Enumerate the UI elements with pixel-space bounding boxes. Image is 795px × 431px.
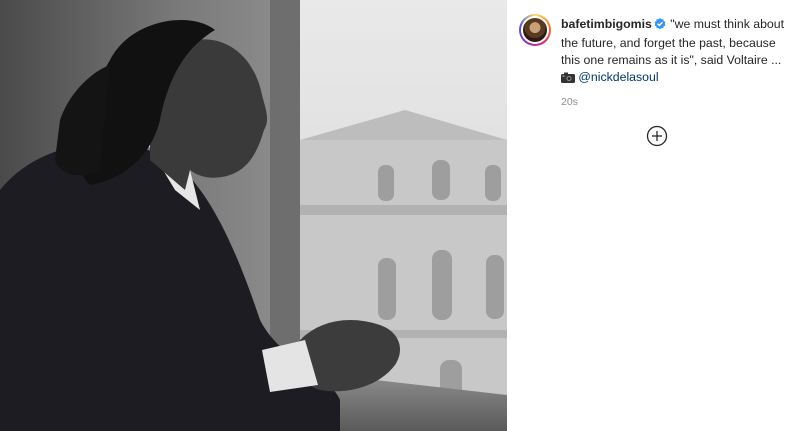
post-caption: bafetimbigomis "we must think about the … [561, 16, 795, 88]
post-sidebar: bafetimbigomis "we must think about the … [507, 0, 795, 431]
camera-emoji-icon [561, 71, 575, 88]
post-timestamp[interactable]: 20s [561, 96, 578, 108]
avatar[interactable] [519, 14, 551, 46]
verified-badge-icon [654, 18, 666, 35]
plus-circle-icon[interactable] [646, 125, 668, 147]
post-photo[interactable] [0, 0, 507, 431]
mention-link[interactable]: @nickdelasoul [578, 70, 658, 84]
avatar-image [523, 18, 547, 42]
username-link[interactable]: bafetimbigomis [561, 17, 652, 31]
photo-image [0, 0, 507, 431]
